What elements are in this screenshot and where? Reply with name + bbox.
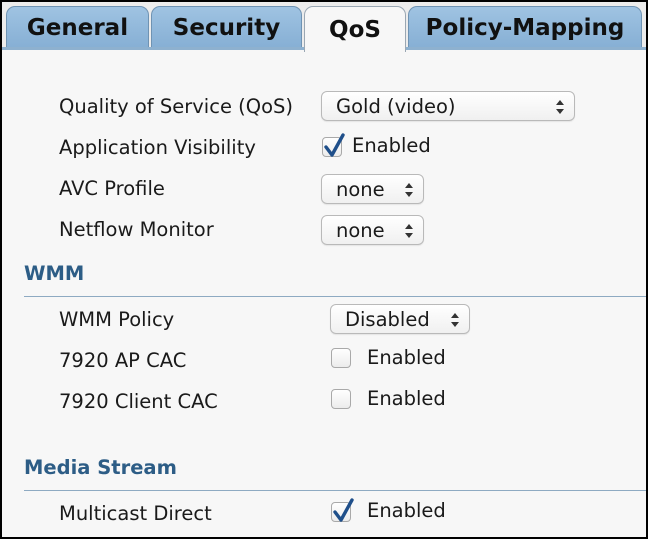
up-down-arrows-icon xyxy=(405,183,413,197)
wlan-edit-panel: General Security QoS Policy-Mapping Qual… xyxy=(0,0,648,539)
client-cac-enabled-label: Enabled xyxy=(367,387,446,410)
up-down-arrows-icon xyxy=(451,313,459,327)
app-visibility-label: Application Visibility xyxy=(59,136,256,159)
wmm-divider xyxy=(24,296,646,297)
avc-profile-label: AVC Profile xyxy=(59,177,165,200)
app-visibility-checkbox[interactable] xyxy=(322,133,345,157)
qos-label: Quality of Service (QoS) xyxy=(59,95,294,118)
ap-cac-checkbox[interactable] xyxy=(331,348,351,368)
avc-profile-value: none xyxy=(336,177,385,201)
multicast-direct-enabled-label: Enabled xyxy=(367,499,446,522)
tab-bar: General Security QoS Policy-Mapping xyxy=(2,2,646,52)
up-down-arrows-icon xyxy=(556,100,564,114)
tab-qos[interactable]: QoS xyxy=(304,6,406,52)
up-down-arrows-icon xyxy=(405,224,413,238)
netflow-monitor-value: none xyxy=(336,218,385,242)
ap-cac-label: 7920 AP CAC xyxy=(59,349,187,372)
netflow-monitor-label: Netflow Monitor xyxy=(59,218,214,241)
wmm-policy-label: WMM Policy xyxy=(59,308,175,331)
checkmark-icon xyxy=(333,498,354,522)
wmm-section-title: WMM xyxy=(24,262,85,285)
multicast-direct-checkbox[interactable] xyxy=(331,498,354,522)
tab-security[interactable]: Security xyxy=(151,6,302,48)
client-cac-label: 7920 Client CAC xyxy=(59,390,218,413)
tab-general[interactable]: General xyxy=(6,6,149,48)
multicast-direct-label: Multicast Direct xyxy=(59,502,212,525)
qos-select[interactable]: Gold (video) xyxy=(321,91,575,121)
wmm-policy-value: Disabled xyxy=(345,307,430,331)
client-cac-checkbox[interactable] xyxy=(331,389,351,409)
media-stream-section-title: Media Stream xyxy=(24,456,177,479)
media-stream-divider xyxy=(24,490,646,491)
qos-content: Quality of Service (QoS) Gold (video) Ap… xyxy=(2,50,646,537)
tab-policy-mapping[interactable]: Policy-Mapping xyxy=(408,6,642,48)
netflow-monitor-select[interactable]: none xyxy=(321,215,424,245)
avc-profile-select[interactable]: none xyxy=(321,174,424,204)
checkmark-icon xyxy=(324,133,345,157)
ap-cac-enabled-label: Enabled xyxy=(367,346,446,369)
wmm-policy-select[interactable]: Disabled xyxy=(330,304,470,334)
qos-select-value: Gold (video) xyxy=(336,94,456,118)
app-visibility-enabled-label: Enabled xyxy=(352,134,431,157)
